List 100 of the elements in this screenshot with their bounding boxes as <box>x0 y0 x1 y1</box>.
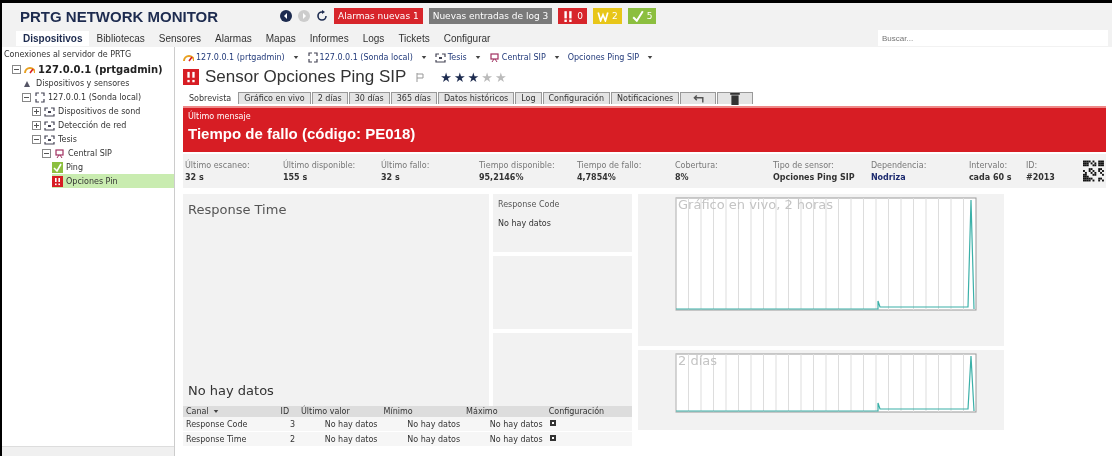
table-cell: No hay datos <box>380 417 464 432</box>
stat-value: 8% <box>674 172 690 182</box>
stat-label: Último fallo: <box>380 160 431 170</box>
qr-code-icon[interactable] <box>1083 160 1104 182</box>
table-cell: No hay datos <box>463 417 546 432</box>
gauge-empty-text: No hay datos <box>498 219 552 228</box>
status-badge[interactable]: 0 <box>558 8 587 24</box>
folder-icon <box>44 133 55 145</box>
column-header[interactable]: Canal <box>183 406 278 417</box>
message-label: Último mensaje <box>188 112 252 121</box>
table-cell: 3 <box>277 417 298 432</box>
column-header[interactable]: Mínimo <box>380 406 464 417</box>
folder-icon <box>44 119 55 131</box>
tree-item-label[interactable]: Ping <box>66 162 84 172</box>
nav-tab[interactable]: Mapas <box>258 30 303 46</box>
stat-value: 32 s <box>380 172 401 182</box>
tab[interactable]: Datos históricos <box>437 92 515 104</box>
graph-title: Gráfico en vivo, 2 horas <box>678 197 834 212</box>
device-icon <box>54 147 65 159</box>
alarm-badge[interactable]: Nuevas entradas de log 3 <box>428 8 553 24</box>
breadcrumb-link[interactable]: 127.0.0.1 (Sonda local) <box>306 51 413 63</box>
column-header[interactable]: ID <box>277 406 298 417</box>
stat-label: Dependencia: <box>870 160 928 170</box>
tab[interactable]: Configuración <box>542 92 611 104</box>
column-header[interactable]: Configuración <box>545 406 632 417</box>
graph-title: 2 días <box>678 353 717 368</box>
tree-item-label[interactable]: Dispositivos de sond <box>58 106 141 116</box>
tree-item-selected[interactable]: Opciones Pin <box>52 174 174 188</box>
sensor-title: Sensor Opciones Ping SIP <box>205 67 407 87</box>
folder-icon <box>44 105 55 117</box>
tree-item-label[interactable]: Detección de red <box>58 120 127 130</box>
column-header[interactable]: Máximo <box>463 406 546 417</box>
breadcrumb-link[interactable]: 127.0.0.1 (prtgadmin) <box>183 51 285 63</box>
collapse-icon[interactable] <box>32 134 41 144</box>
breadcrumb-link[interactable]: Tesis <box>434 51 467 63</box>
caret-icon[interactable] <box>647 54 654 60</box>
nav-tab[interactable]: Dispositivos <box>16 30 90 46</box>
nav-tab[interactable]: Logs <box>355 30 392 46</box>
nav-tab[interactable]: Sensores <box>151 30 209 46</box>
back-icon[interactable] <box>280 10 293 22</box>
sort-caret-icon[interactable] <box>212 409 219 414</box>
tree-item-label[interactable]: Opciones Pin <box>66 176 118 186</box>
expand-icon[interactable] <box>32 106 41 116</box>
table-cell: No hay datos <box>298 417 381 432</box>
stat-link[interactable]: Nodriza <box>870 172 969 182</box>
settings-icon[interactable] <box>548 434 557 442</box>
bracket-icon <box>306 51 318 63</box>
bracket-icon <box>34 91 45 103</box>
collapse-icon[interactable] <box>12 64 21 74</box>
tab[interactable]: Log <box>515 92 542 104</box>
tab[interactable]: Notificaciones <box>611 92 680 104</box>
caret-icon[interactable] <box>420 54 427 60</box>
tab[interactable]: 2 días <box>311 92 348 104</box>
caret-icon[interactable] <box>292 54 299 60</box>
caret-icon[interactable] <box>553 54 560 60</box>
stat-value: 95,2146% <box>478 172 525 182</box>
stat-label: ID: <box>1025 160 1039 170</box>
tab[interactable]: Gráfico en vivo <box>238 92 311 104</box>
table-cell: Response Code <box>183 417 278 432</box>
message-text: Tiempo de fallo (código: PE018) <box>188 125 417 142</box>
settings-icon[interactable] <box>548 419 557 427</box>
column-header[interactable]: Último valor <box>298 406 381 417</box>
collapse-icon[interactable] <box>42 148 51 158</box>
stat-label: Tiempo disponible: <box>478 160 556 170</box>
tree-item-label[interactable]: 127.0.0.1 (prtgadmin) <box>38 63 163 75</box>
collapse-icon[interactable] <box>22 92 31 102</box>
stat-label: Tipo de sensor: <box>772 160 835 170</box>
horizontal-scrollbar[interactable] <box>2 446 174 456</box>
caret-icon[interactable] <box>474 54 481 60</box>
search-field[interactable]: Buscar... <box>878 30 1108 46</box>
stat-label: Último escaneo: <box>185 160 251 170</box>
nav-tab[interactable]: Bibliotecas <box>89 30 152 46</box>
nav-tab[interactable]: Informes <box>302 30 356 46</box>
nav-tab[interactable]: Tickets <box>391 30 437 46</box>
breadcrumb-link[interactable]: Central SIP <box>488 51 546 63</box>
alarm-badge[interactable]: Alarmas nuevas 1 <box>334 8 423 24</box>
tree-item-label[interactable]: Tesis <box>58 134 77 144</box>
back-tab[interactable] <box>680 92 717 104</box>
tree-item-label[interactable]: Dispositivos y sensores <box>36 78 130 88</box>
stat-value: 155 s <box>283 172 309 182</box>
nav-tab[interactable]: Configurar <box>436 30 498 46</box>
stat-label: Intervalo: <box>968 160 1009 170</box>
tab[interactable]: 30 días <box>348 92 390 104</box>
back-arrow-icon <box>692 92 705 105</box>
gauge-empty-text: No hay datos <box>188 383 275 398</box>
refresh-icon[interactable] <box>316 10 329 22</box>
star-rating[interactable]: ★★★★★ <box>440 69 507 85</box>
alert-status-icon <box>52 175 63 187</box>
nav-tab[interactable]: Alarmas <box>208 30 259 46</box>
device-icon <box>488 51 500 63</box>
tree-item-label[interactable]: 127.0.0.1 (Sonda local) <box>48 92 142 102</box>
alert-icon <box>562 10 575 22</box>
app-logo: PRTG NETWORK MONITOR <box>20 7 219 25</box>
tab[interactable]: 365 días <box>390 92 437 104</box>
delete-tab[interactable] <box>717 92 754 104</box>
breadcrumb-link[interactable]: Opciones Ping SIP <box>567 52 640 62</box>
folder-icon <box>434 51 446 63</box>
check-icon <box>631 10 644 22</box>
expand-icon[interactable] <box>32 120 41 130</box>
tree-item-label[interactable]: Central SIP <box>68 148 112 158</box>
